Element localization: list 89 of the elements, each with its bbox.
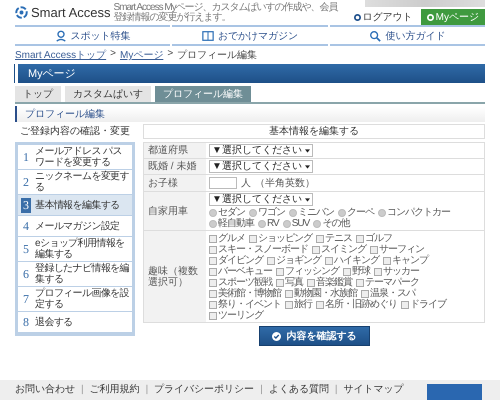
- checkbox-option[interactable]: サーフィン: [370, 244, 424, 255]
- sidebar-item[interactable]: 8 退会する: [18, 312, 132, 332]
- mypage-button[interactable]: Myページ: [420, 9, 485, 25]
- checkbox-option[interactable]: 野球: [343, 266, 370, 277]
- footer-separator: |: [259, 384, 264, 396]
- footer-link[interactable]: プライバシーポリシー: [154, 384, 254, 396]
- select-dropdown[interactable]: ▼選択してください: [209, 160, 313, 173]
- section-title: プロフィール編集: [15, 106, 485, 122]
- radio-option[interactable]: RV: [258, 218, 279, 229]
- ring-icon: [426, 14, 434, 20]
- field-label: 既婚 / 未婚: [144, 159, 206, 174]
- tab[interactable]: カスタムぱいす: [65, 86, 151, 102]
- search-icon: [369, 30, 382, 42]
- field-label: お子様: [144, 175, 206, 191]
- checkbox-option[interactable]: スキー・スノーボード: [209, 244, 308, 255]
- footer-link[interactable]: ご利用規約: [90, 384, 140, 396]
- checkbox-option[interactable]: ハイキング: [325, 255, 379, 266]
- logo-text[interactable]: Smart Access: [31, 5, 110, 20]
- caret-icon: [304, 198, 310, 202]
- person-pin-icon: [54, 30, 67, 42]
- checkbox-option[interactable]: 美術館・博物館: [209, 288, 281, 299]
- logo-icon: [15, 6, 28, 19]
- checkbox-option[interactable]: ショッピング: [249, 233, 312, 244]
- checkbox-option[interactable]: ゴルフ: [356, 233, 392, 244]
- tab[interactable]: プロフィール編集: [155, 86, 251, 102]
- unit-label: 人: [241, 177, 251, 190]
- checkbox-option[interactable]: テーマパーク: [356, 277, 419, 288]
- page-title: Myページ: [15, 64, 485, 83]
- footer-separator: |: [144, 384, 150, 396]
- checkbox-option[interactable]: ツーリング: [209, 310, 263, 321]
- input-field[interactable]: [209, 177, 237, 189]
- checkbox-option[interactable]: 祭り・イベント: [209, 299, 281, 310]
- checkbox-option[interactable]: ダイビング: [209, 255, 263, 266]
- radio-option[interactable]: その他: [313, 218, 350, 229]
- tagline: Smart Access Myページ、カスタムぱいすの作成や、会員登録情報の変更が行えます。: [113, 2, 338, 22]
- caret-icon: [304, 148, 310, 152]
- footer-separator: |: [80, 384, 85, 396]
- nav-link[interactable]: おでかけマガジン: [172, 25, 328, 46]
- logout-link[interactable]: ログアウト: [354, 10, 413, 24]
- radio-option[interactable]: SUV: [282, 218, 310, 229]
- checkbox-option[interactable]: 写真: [276, 277, 303, 288]
- radio-option[interactable]: ワゴン: [249, 207, 285, 218]
- checkbox-option[interactable]: 旅行: [285, 299, 312, 310]
- checkbox-option[interactable]: サッカー: [374, 266, 419, 277]
- breadcrumb-link[interactable]: Smart Accessトップ: [15, 48, 106, 62]
- radio-option[interactable]: 軽自動車: [209, 218, 254, 229]
- checkbox-option[interactable]: 温泉・スパ: [361, 288, 415, 299]
- form-heading: 基本情報を編集する: [143, 124, 485, 139]
- checkbox-option[interactable]: グルメ: [209, 233, 245, 244]
- breadcrumb-link[interactable]: Myページ: [120, 48, 164, 62]
- checkbox-option[interactable]: 動物園・水族館: [285, 288, 357, 299]
- book-icon: [202, 30, 214, 42]
- radio-option[interactable]: ミニバン: [289, 207, 334, 218]
- checkbox-option[interactable]: バーベキュー: [209, 266, 272, 277]
- radio-option[interactable]: クーペ: [338, 207, 374, 218]
- radio-option[interactable]: コンパクトカー: [378, 207, 450, 218]
- breadcrumb-separator: >: [167, 48, 174, 61]
- checkbox-option[interactable]: ジョギング: [267, 255, 321, 266]
- field-label: 都道府県: [144, 143, 206, 158]
- checkbox-option[interactable]: 名所・旧跡めぐり: [316, 299, 397, 310]
- footer-link[interactable]: サイトマップ: [343, 384, 404, 396]
- checkbox-option[interactable]: ドライブ: [401, 299, 446, 310]
- tab[interactable]: トップ: [15, 86, 61, 102]
- checkbox-option[interactable]: スポーツ観戦: [209, 277, 272, 288]
- check-icon: [272, 332, 280, 340]
- caret-icon: [304, 164, 310, 168]
- ring-icon: [354, 14, 361, 20]
- checkbox-option[interactable]: キャンプ: [383, 255, 428, 266]
- footer-link[interactable]: お問い合わせ: [15, 384, 75, 396]
- select-dropdown[interactable]: ▼選択してください: [209, 193, 313, 206]
- footer-link[interactable]: よくある質問: [268, 384, 329, 396]
- checkbox-option[interactable]: 音楽鑑賞: [307, 277, 352, 288]
- sidebar-item[interactable]: 3 基本情報を編集する: [18, 195, 132, 215]
- field-label: 自家用車: [144, 192, 206, 230]
- checkbox-option[interactable]: フィッシング: [276, 266, 339, 277]
- confirm-button[interactable]: 内容を確認する: [258, 326, 370, 346]
- sidebar-item[interactable]: 4 メールマガジン設定: [18, 216, 132, 236]
- radio-option[interactable]: セダン: [209, 207, 245, 218]
- checkbox-option[interactable]: テニス: [316, 233, 352, 244]
- sidebar-heading: ご登録内容の確認・変更: [19, 124, 131, 139]
- select-dropdown[interactable]: ▼選択してください: [209, 144, 313, 157]
- field-label: 趣味（複数選択可）: [144, 231, 206, 322]
- nav-link[interactable]: スポット特集: [15, 25, 170, 46]
- hint-text: （半角英数）: [255, 176, 315, 190]
- breadcrumb-current: プロフィール編集: [177, 48, 258, 62]
- nav-link[interactable]: 使い方ガイド: [330, 25, 485, 46]
- footer-separator: |: [334, 384, 338, 396]
- breadcrumb-separator: >: [110, 48, 116, 61]
- checkbox-option[interactable]: スイミング: [312, 244, 366, 255]
